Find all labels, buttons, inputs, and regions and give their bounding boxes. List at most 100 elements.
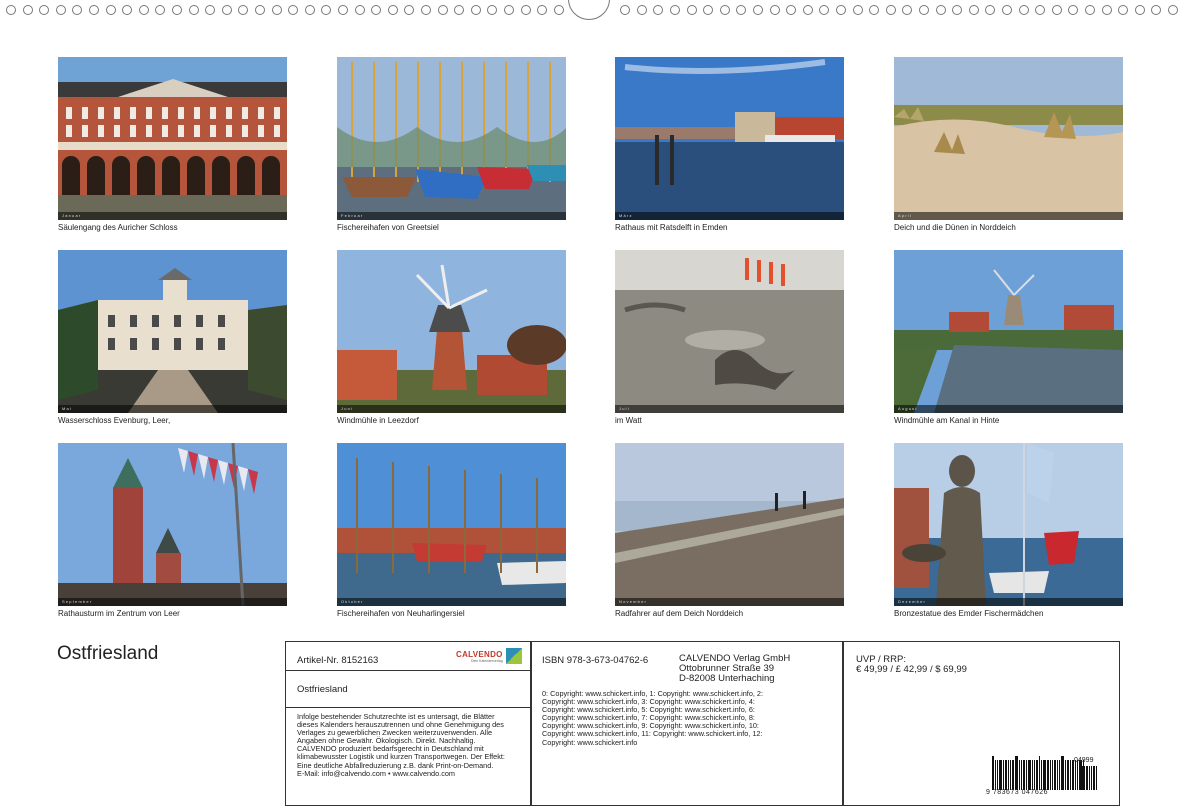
month-calendar-strip: Februar — [337, 212, 566, 220]
month-calendar-strip: November — [615, 598, 844, 606]
month-calendar-strip: Januar — [58, 212, 287, 220]
month-tile: September Rathausturm im Zentrum von Leer — [58, 443, 287, 618]
binding-ring — [221, 5, 232, 15]
binding-ring — [935, 5, 946, 15]
month-tile: August Windmühle am Kanal in Hinte — [894, 250, 1123, 425]
binding-ring — [72, 5, 83, 15]
binding-ring — [653, 5, 664, 15]
month-photo: Februar — [337, 57, 566, 220]
divider — [286, 670, 530, 671]
binding-ring — [288, 5, 299, 15]
binding-ring — [952, 5, 963, 15]
binding-ring — [869, 5, 880, 15]
month-photo: September — [58, 443, 287, 606]
binding-ring — [1151, 5, 1162, 15]
binding-ring — [1002, 5, 1012, 15]
binding-ring — [736, 5, 747, 15]
legal-text: Infolge bestehender Schutzrechte ist es … — [297, 712, 505, 778]
publisher-address: CALVENDO Verlag GmbH Ottobrunner Straße … — [679, 654, 790, 684]
info-box-price: UVP / RRP: € 49,99 / £ 42,99 / $ 69,99 9… — [843, 641, 1120, 806]
binding-ring — [1068, 5, 1079, 15]
month-photo: Januar — [58, 57, 287, 220]
binding-ring — [421, 5, 431, 15]
binding-ring — [769, 5, 780, 15]
month-tile: März Rathaus mit Ratsdelft in Emden — [615, 57, 844, 232]
binding-ring — [138, 5, 149, 15]
binding-ring — [271, 5, 282, 15]
barcode-number: 9 783673 047626 — [986, 789, 1048, 796]
month-caption: Säulengang des Auricher Schloss — [58, 223, 178, 232]
binding-ring — [786, 5, 797, 15]
month-caption: Radfahrer auf dem Deich Norddeich — [615, 609, 744, 618]
month-caption: Fischereihafen von Greetsiel — [337, 223, 439, 232]
binding-ring — [753, 5, 763, 15]
copyright-text: 0: Copyright: www.schickert.info, 1: Cop… — [542, 689, 764, 747]
binding-ring — [354, 5, 365, 15]
info-box-article: Artikel-Nr. 8152163 CALVENDO Dein Kalend… — [285, 641, 531, 806]
month-caption: Bronzestatue des Emder Fischermädchen — [894, 609, 1044, 618]
divider — [286, 707, 530, 708]
binding-ring — [802, 5, 813, 15]
logo-text: CALVENDO — [456, 649, 503, 659]
binding-ring — [105, 5, 116, 15]
month-caption: Deich und die Dünen in Norddeich — [894, 223, 1016, 232]
binding-ring — [670, 5, 680, 15]
binding-ring — [89, 5, 99, 15]
contact-line: E-Mail: info@calvendo.com • www.calvendo… — [297, 768, 455, 778]
binding-ring — [1085, 5, 1095, 15]
binding-ring — [371, 5, 382, 15]
logo-mark — [505, 648, 522, 664]
month-caption: Rathausturm im Zentrum von Leer — [58, 609, 180, 618]
binding-ring — [504, 5, 514, 15]
month-photo: März — [615, 57, 844, 220]
binding-ring — [902, 5, 913, 15]
product-title: Ostfriesland — [297, 684, 348, 695]
price-value: € 49,99 / £ 42,99 / $ 69,99 — [856, 664, 967, 675]
binding-ring — [22, 5, 33, 15]
binding-ring — [238, 5, 249, 15]
month-photo: April — [894, 57, 1123, 220]
month-tile: Mai Wasserschloss Evenburg, Leer, — [58, 250, 287, 425]
month-photo: Juni — [337, 250, 566, 413]
month-calendar-strip: März — [615, 212, 844, 220]
binding-ring — [39, 5, 50, 15]
month-tile: Dezember Bronzestatue des Emder Fischermä… — [894, 443, 1123, 618]
publisher-line: D-82008 Unterhaching — [679, 673, 775, 684]
binding-ring — [703, 5, 714, 15]
binding-ring — [172, 5, 182, 15]
binding-ring — [155, 5, 166, 15]
month-tile: Juli im Watt — [615, 250, 844, 425]
binding-ring — [819, 5, 830, 15]
binding-ring — [338, 5, 348, 15]
month-tile: Januar Säulengang des Auricher Schloss — [58, 57, 287, 232]
logo-subtext: Dein Kalenderverlag — [470, 658, 503, 663]
month-photo: Oktober — [337, 443, 566, 606]
month-calendar-strip: Mai — [58, 405, 287, 413]
binding-ring — [487, 5, 498, 15]
month-tile: November Radfahrer auf dem Deich Norddeic… — [615, 443, 844, 618]
binding-ring — [205, 5, 216, 15]
binding-ring — [1134, 5, 1145, 15]
month-tile: Oktober Fischereihafen von Neuharlingersi… — [337, 443, 566, 618]
month-calendar-strip: Dezember — [894, 598, 1123, 606]
binding-ring — [6, 5, 16, 15]
isbn: ISBN 978-3-673-04762-6 — [542, 655, 649, 666]
calendar-title: Ostfriesland — [57, 643, 159, 664]
month-caption: Fischereihafen von Neuharlingersiel — [337, 609, 465, 618]
binding-ring — [454, 5, 465, 15]
binding-ring — [919, 5, 929, 15]
month-calendar-strip: August — [894, 405, 1123, 413]
binding-ring — [304, 5, 315, 15]
month-photo: Mai — [58, 250, 287, 413]
month-tile: Februar Fischereihafen von Greetsiel — [337, 57, 566, 232]
month-photo: November — [615, 443, 844, 606]
binding-ring — [55, 5, 66, 15]
binding-ring — [188, 5, 199, 15]
binding-ring — [985, 5, 996, 15]
binding-ring — [122, 5, 133, 15]
barcode-addon-number: 04999 — [1074, 757, 1094, 764]
article-number: Artikel-Nr. 8152163 — [297, 655, 379, 666]
binding-ring — [968, 5, 979, 15]
month-photo: Juli — [615, 250, 844, 413]
month-tile: April Deich und die Dünen in Norddeich — [894, 57, 1123, 232]
